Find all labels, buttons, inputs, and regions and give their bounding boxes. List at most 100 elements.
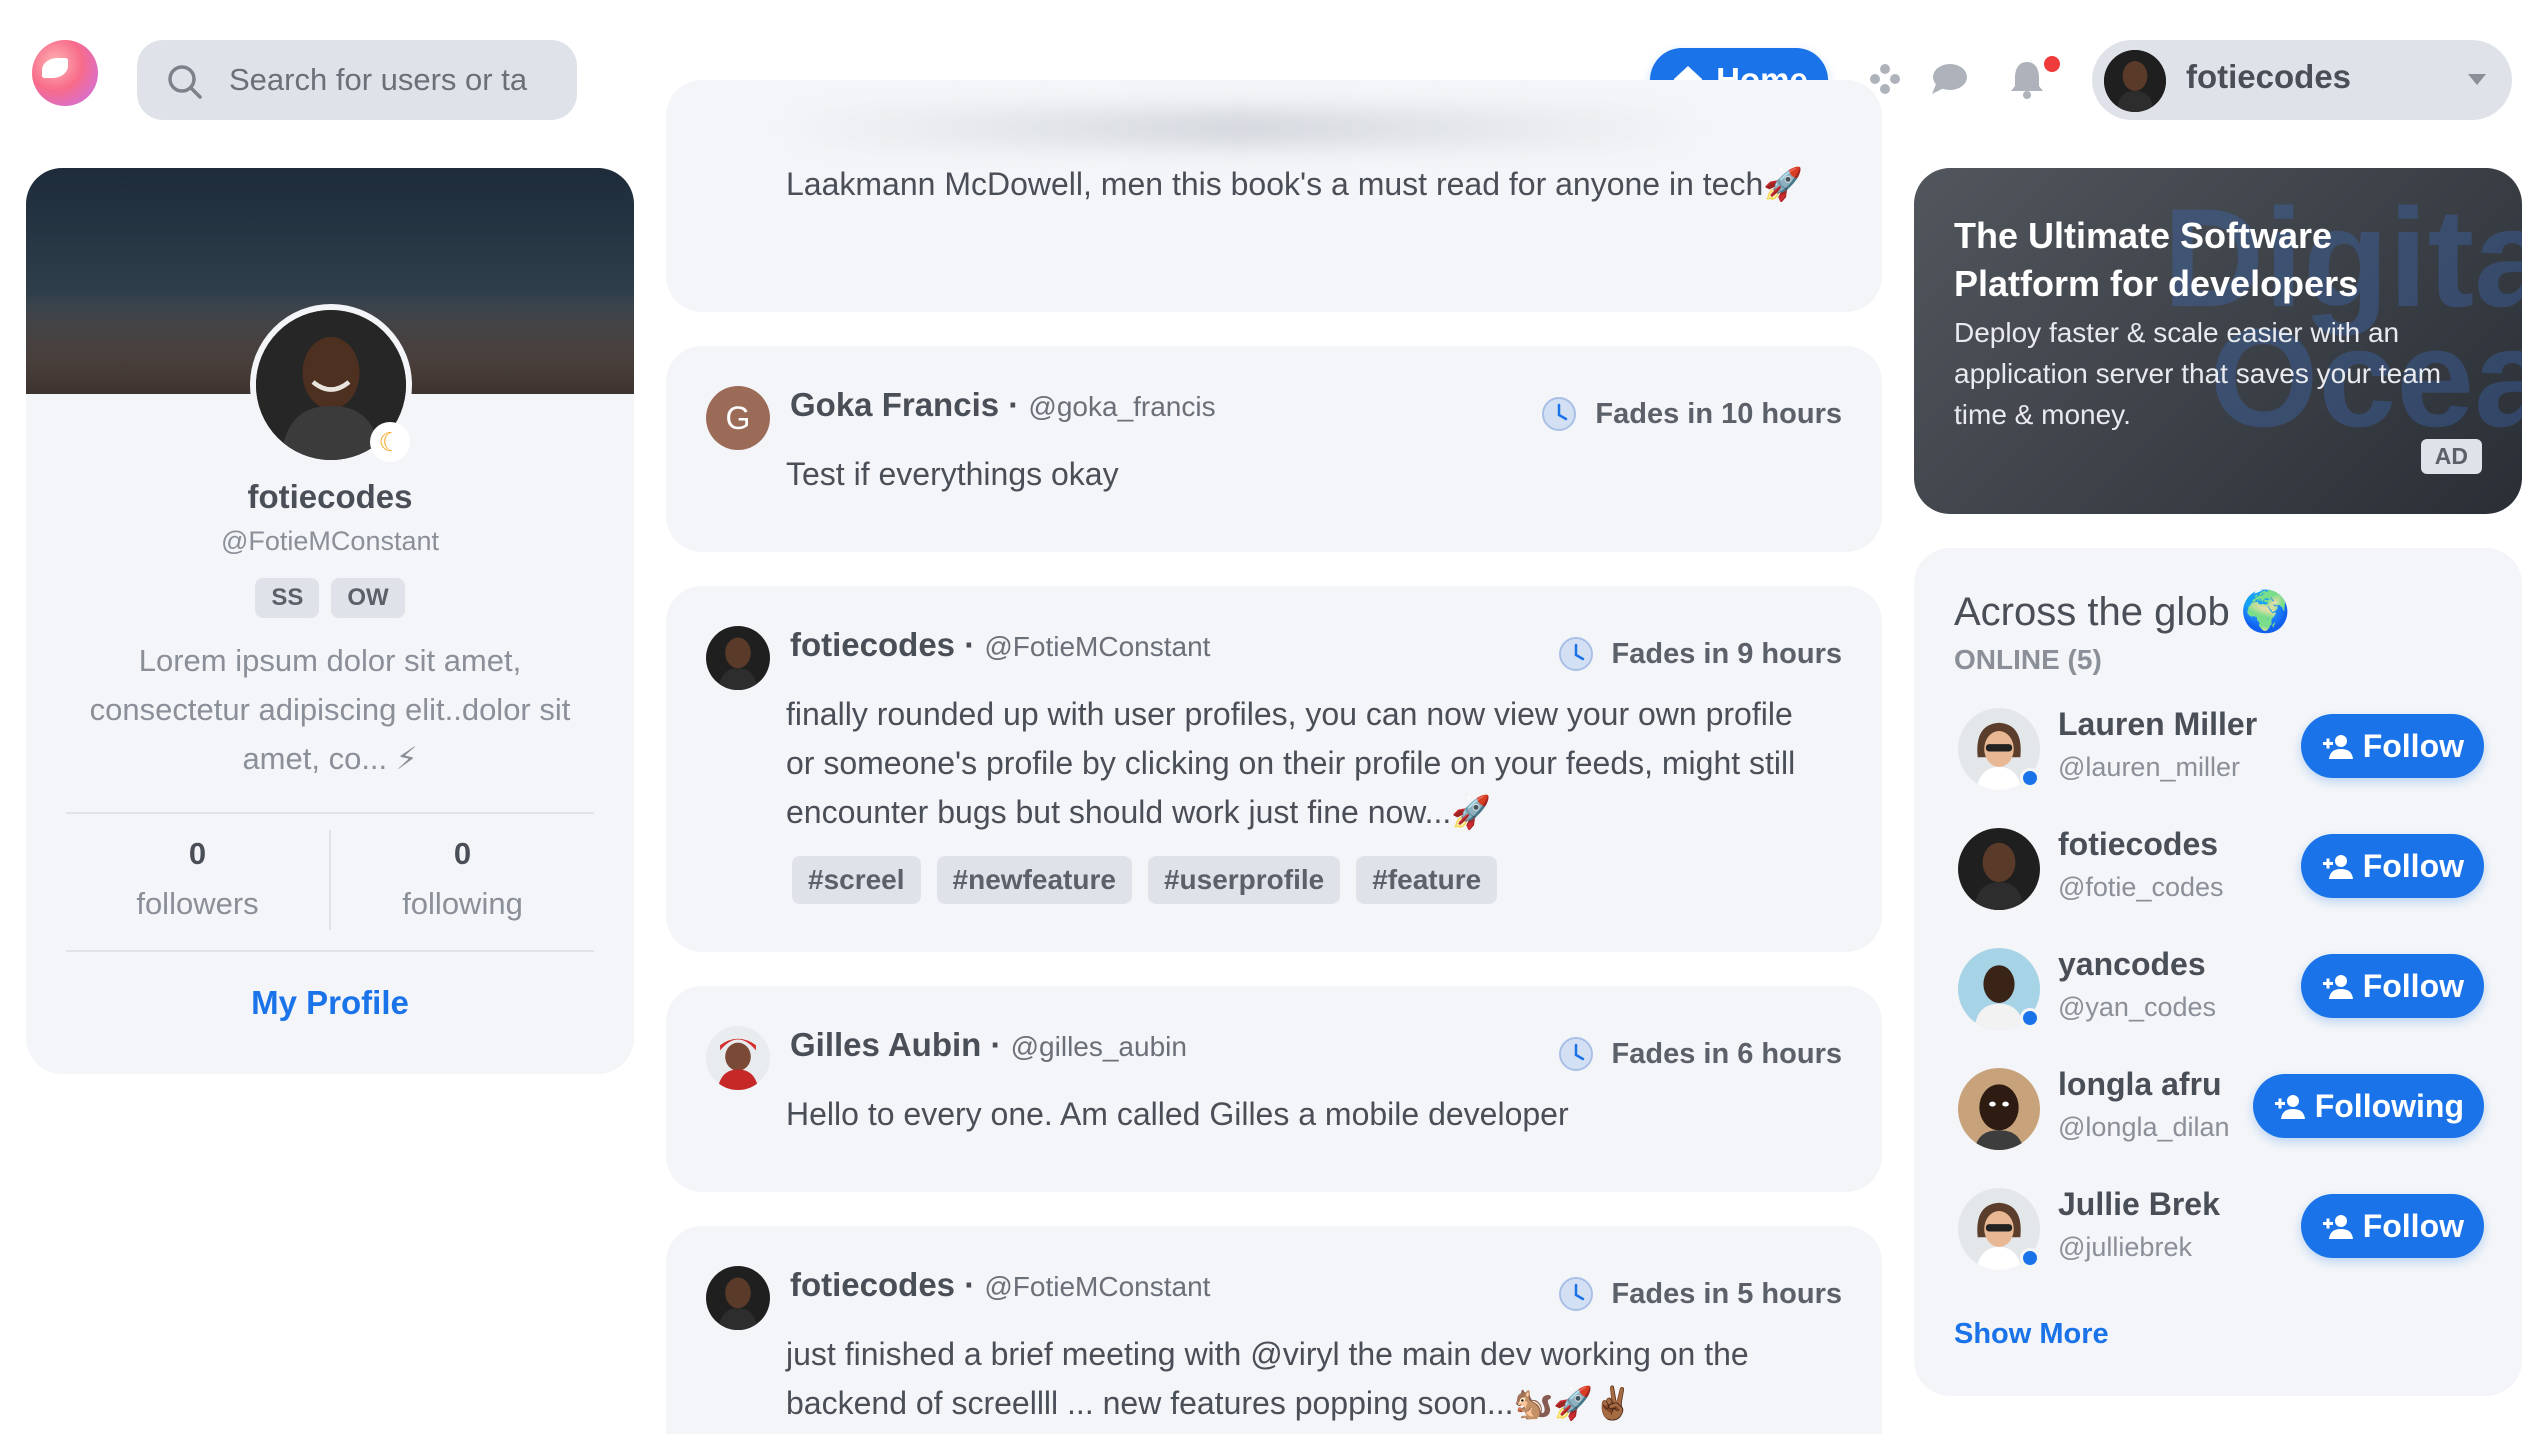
avatar[interactable] bbox=[706, 1266, 770, 1330]
post-author[interactable]: Goka Francis · @goka_francis bbox=[790, 386, 1216, 424]
avatar[interactable] bbox=[1958, 1068, 2040, 1150]
feed-post: Gilles Aubin · @gilles_aubin Fades in 6 … bbox=[666, 986, 1882, 1192]
avatar[interactable] bbox=[706, 626, 770, 690]
feed-post: fotiecodes · @FotieMConstant Fades in 5 … bbox=[666, 1226, 1882, 1434]
online-title: Across the glob 🌍 bbox=[1954, 590, 2291, 634]
profile-tag: OW bbox=[331, 578, 405, 618]
profile-tags: SS OW bbox=[26, 578, 634, 618]
online-users-card: Across the glob 🌍 ONLINE (5) Lauren Mill… bbox=[1914, 548, 2522, 1396]
avatar[interactable]: G bbox=[706, 386, 770, 450]
app-logo[interactable] bbox=[32, 40, 98, 106]
fade-text: Fades in 6 hours bbox=[1611, 1037, 1842, 1070]
post-tags: #screel #newfeature #userprofile #featur… bbox=[792, 856, 1498, 904]
user-handle: @fotie_codes bbox=[2058, 872, 2224, 902]
account-name: fotiecodes bbox=[2186, 58, 2352, 95]
author-name: fotiecodes bbox=[790, 1266, 956, 1303]
post-body: just finished a brief meeting with @viry… bbox=[786, 1336, 1749, 1421]
profile-card: ☾ fotiecodes @FotieMConstant SS OW Lorem… bbox=[26, 168, 634, 1074]
search-input[interactable] bbox=[229, 50, 559, 110]
notification-dot bbox=[2044, 56, 2060, 72]
user-name[interactable]: fotiecodes bbox=[2058, 826, 2218, 863]
post-body: Laakmann McDowell, men this book's a mus… bbox=[786, 166, 1804, 202]
user-name[interactable]: yancodes bbox=[2058, 946, 2206, 983]
avatar[interactable] bbox=[1958, 828, 2040, 910]
user-name[interactable]: Jullie Brek bbox=[2058, 1186, 2220, 1223]
online-count: ONLINE (5) bbox=[1954, 644, 2102, 675]
author-name: fotiecodes bbox=[790, 626, 956, 663]
post-body: Hello to every one. Am called Gilles a m… bbox=[786, 1096, 1569, 1132]
following-stat[interactable]: 0 following bbox=[331, 826, 594, 936]
ad-badge: AD bbox=[2420, 439, 2482, 474]
author-name: Gilles Aubin bbox=[790, 1026, 982, 1063]
list-item: Jullie Brek @julliebrek Follow bbox=[1954, 1186, 2484, 1276]
hashtag[interactable]: #feature bbox=[1356, 856, 1498, 904]
post-author[interactable]: fotiecodes · @FotieMConstant bbox=[790, 1266, 1210, 1304]
following-label: following bbox=[402, 886, 523, 921]
follow-label: Follow bbox=[2362, 727, 2464, 764]
fade-timer: Fades in 9 hours bbox=[1556, 634, 1842, 674]
user-handle: @yan_codes bbox=[2058, 992, 2217, 1022]
follow-label: Follow bbox=[2362, 847, 2464, 884]
header-fade bbox=[780, 108, 1700, 148]
clock-icon bbox=[1558, 637, 1593, 671]
search-icon bbox=[168, 65, 202, 99]
post-body: finally rounded up with user profiles, y… bbox=[786, 696, 1796, 830]
online-indicator bbox=[2020, 1008, 2040, 1028]
avatar bbox=[2104, 50, 2166, 112]
follow-label: Follow bbox=[2362, 1207, 2464, 1244]
list-item: Lauren Miller @lauren_miller Follow bbox=[1954, 706, 2484, 796]
following-button[interactable]: Following bbox=[2252, 1074, 2484, 1138]
post-author[interactable]: Gilles Aubin · @gilles_aubin bbox=[790, 1026, 1187, 1064]
author-handle: @goka_francis bbox=[1028, 391, 1216, 422]
add-user-icon bbox=[2322, 1215, 2353, 1239]
hashtag[interactable]: #newfeature bbox=[936, 856, 1132, 904]
add-user-icon bbox=[2322, 975, 2353, 999]
list-item: yancodes @yan_codes Follow bbox=[1954, 946, 2484, 1036]
following-count: 0 bbox=[453, 836, 472, 871]
chat-icon[interactable] bbox=[1926, 56, 1972, 102]
hashtag[interactable]: #screel bbox=[792, 856, 921, 904]
my-profile-link[interactable]: My Profile bbox=[26, 984, 634, 1022]
clock-icon bbox=[1558, 1277, 1593, 1311]
author-handle: @FotieMConstant bbox=[984, 631, 1211, 662]
hashtag[interactable]: #userprofile bbox=[1147, 856, 1341, 904]
account-menu[interactable]: fotiecodes bbox=[2092, 40, 2512, 120]
clock-icon bbox=[1558, 1037, 1593, 1071]
profile-bio: Lorem ipsum dolor sit amet, consectetur … bbox=[89, 643, 571, 776]
profile-name: fotiecodes bbox=[247, 478, 413, 515]
follow-label: Follow bbox=[2362, 967, 2464, 1004]
clock-icon bbox=[1542, 397, 1577, 431]
ad-card[interactable]: Digita Ocea The Ultimate Software Platfo… bbox=[1914, 168, 2522, 514]
fade-timer: Fades in 10 hours bbox=[1539, 394, 1842, 434]
list-item: fotiecodes @fotie_codes Follow bbox=[1954, 826, 2484, 916]
online-indicator bbox=[2020, 1248, 2040, 1268]
follow-button[interactable]: Follow bbox=[2300, 954, 2484, 1018]
user-handle: @lauren_miller bbox=[2058, 752, 2240, 782]
author-handle: @gilles_aubin bbox=[1010, 1031, 1187, 1062]
user-name[interactable]: Lauren Miller bbox=[2058, 706, 2257, 743]
online-indicator bbox=[2020, 768, 2040, 788]
profile-tag: SS bbox=[255, 578, 320, 618]
post-body: Test if everythings okay bbox=[786, 456, 1119, 492]
followers-stat[interactable]: 0 followers bbox=[66, 826, 329, 936]
feed-post: G Goka Francis · @goka_francis Fades in … bbox=[666, 346, 1882, 552]
fade-text: Fades in 5 hours bbox=[1611, 1277, 1842, 1310]
fade-timer: Fades in 5 hours bbox=[1556, 1274, 1842, 1314]
avatar[interactable] bbox=[706, 1026, 770, 1090]
add-user-icon bbox=[2322, 735, 2353, 759]
follow-button[interactable]: Follow bbox=[2300, 1194, 2484, 1258]
user-name[interactable]: longla afru bbox=[2058, 1066, 2222, 1103]
follow-button[interactable]: Follow bbox=[2300, 714, 2484, 778]
post-author[interactable]: fotiecodes · @FotieMConstant bbox=[790, 626, 1210, 664]
author-handle: @FotieMConstant bbox=[984, 1271, 1211, 1302]
ad-title: The Ultimate Software Platform for devel… bbox=[1954, 215, 2359, 304]
fade-timer: Fades in 6 hours bbox=[1556, 1034, 1842, 1074]
add-user-icon bbox=[2322, 855, 2353, 879]
fade-text: Fades in 9 hours bbox=[1611, 637, 1842, 670]
show-more-link[interactable]: Show More bbox=[1954, 1318, 2109, 1351]
chevron-down-icon[interactable] bbox=[2468, 74, 2486, 85]
search-bar[interactable] bbox=[137, 40, 577, 120]
list-item: longla afru @longla_dilan Following bbox=[1954, 1066, 2484, 1156]
follow-button[interactable]: Follow bbox=[2300, 834, 2484, 898]
user-handle: @julliebrek bbox=[2058, 1232, 2192, 1262]
